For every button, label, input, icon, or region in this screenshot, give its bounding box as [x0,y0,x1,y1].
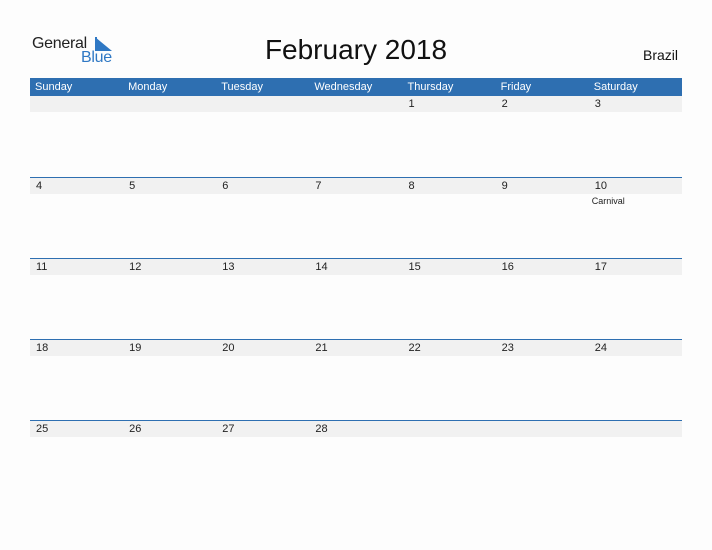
day-number: 16 [501,261,514,273]
day-cell [30,96,123,166]
country-label: Brazil [642,47,678,63]
day-cell [123,96,216,166]
day-cell: 12 [123,259,216,329]
day-cell [403,421,496,491]
day-cell: 2 [496,96,589,166]
day-number: 18 [36,342,49,354]
day-cell: 14 [309,259,402,329]
day-number: 4 [36,180,43,192]
day-number: 8 [408,180,415,192]
day-cell [309,96,402,166]
day-cell: 27 [216,421,309,491]
day-number: 20 [222,342,235,354]
day-number: 24 [594,342,607,354]
weekday-header: Sunday Monday Tuesday Wednesday Thursday… [30,78,682,96]
day-cell: 20 [216,340,309,410]
week-row: 25 26 27 28 [30,420,682,501]
day-number: 28 [315,423,328,435]
page-title: February 2018 [264,34,448,65]
weekday-tuesday: Tuesday [221,81,264,93]
day-number: 14 [315,261,328,273]
day-cell: 8 [403,178,496,248]
weekday-sunday: Sunday [35,81,73,93]
day-number: 10 [594,180,607,192]
day-cell: 1 [403,96,496,166]
weekday-saturday: Saturday [593,81,638,93]
week-row: 4 5 6 7 8 9 10 Carnival [30,177,682,258]
day-number: 2 [501,98,508,110]
day-cell: 28 [309,421,402,491]
day-number: 27 [222,423,235,435]
day-cell: 22 [403,340,496,410]
week-row: 1 2 3 [30,96,682,177]
day-number: 7 [315,180,322,192]
day-number: 3 [594,98,601,110]
day-number: 12 [129,261,142,273]
day-cell: 19 [123,340,216,410]
day-cell: 10 Carnival [589,178,682,248]
day-cell: 5 [123,178,216,248]
week-cells: 4 5 6 7 8 9 10 Carnival [30,178,682,248]
day-cell: 15 [403,259,496,329]
day-cell: 16 [496,259,589,329]
weeks-container: 1 2 3 4 5 6 7 8 9 10 Carnival 11 12 13 14 15 16 17 18 19 20 2… [30,96,682,501]
day-cell: 24 [589,340,682,410]
day-cell: 23 [496,340,589,410]
day-number: 13 [222,261,235,273]
day-number: 26 [129,423,142,435]
week-row: 18 19 20 21 22 23 24 [30,339,682,420]
day-number: 19 [129,342,142,354]
weekday-thursday: Thursday [407,81,454,93]
day-cell: 25 [30,421,123,491]
week-cells: 25 26 27 28 [30,421,682,491]
week-row: 11 12 13 14 15 16 17 [30,258,682,339]
day-number: 23 [501,342,514,354]
week-cells: 1 2 3 [30,96,682,166]
day-cell: 17 [589,259,682,329]
day-cell [589,421,682,491]
day-cell [216,96,309,166]
week-cells: 18 19 20 21 22 23 24 [30,340,682,410]
day-number: 11 [36,261,48,273]
day-cell: 13 [216,259,309,329]
weekday-friday: Friday [500,81,532,93]
day-number: 17 [594,261,607,273]
day-number: 6 [222,180,229,192]
day-cell: 4 [30,178,123,248]
day-number: 15 [408,261,421,273]
day-cell: 7 [309,178,402,248]
day-number: 21 [315,342,328,354]
day-cell [496,421,589,491]
day-cell: 3 [589,96,682,166]
day-cell: 18 [30,340,123,410]
day-number: 22 [408,342,421,354]
day-cell: 21 [309,340,402,410]
day-number: 1 [408,98,415,110]
day-number: 5 [129,180,136,192]
day-number: 25 [36,423,49,435]
day-number: 9 [501,180,508,192]
week-cells: 11 12 13 14 15 16 17 [30,259,682,329]
weekday-monday: Monday [128,81,168,93]
calendar-grid: Sunday Monday Tuesday Wednesday Thursday… [30,78,682,501]
day-cell: 6 [216,178,309,248]
day-cell: 11 [30,259,123,329]
day-cell: 9 [496,178,589,248]
holiday-label: Carnival [591,196,625,206]
weekday-wednesday: Wednesday [314,81,373,93]
day-cell: 26 [123,421,216,491]
